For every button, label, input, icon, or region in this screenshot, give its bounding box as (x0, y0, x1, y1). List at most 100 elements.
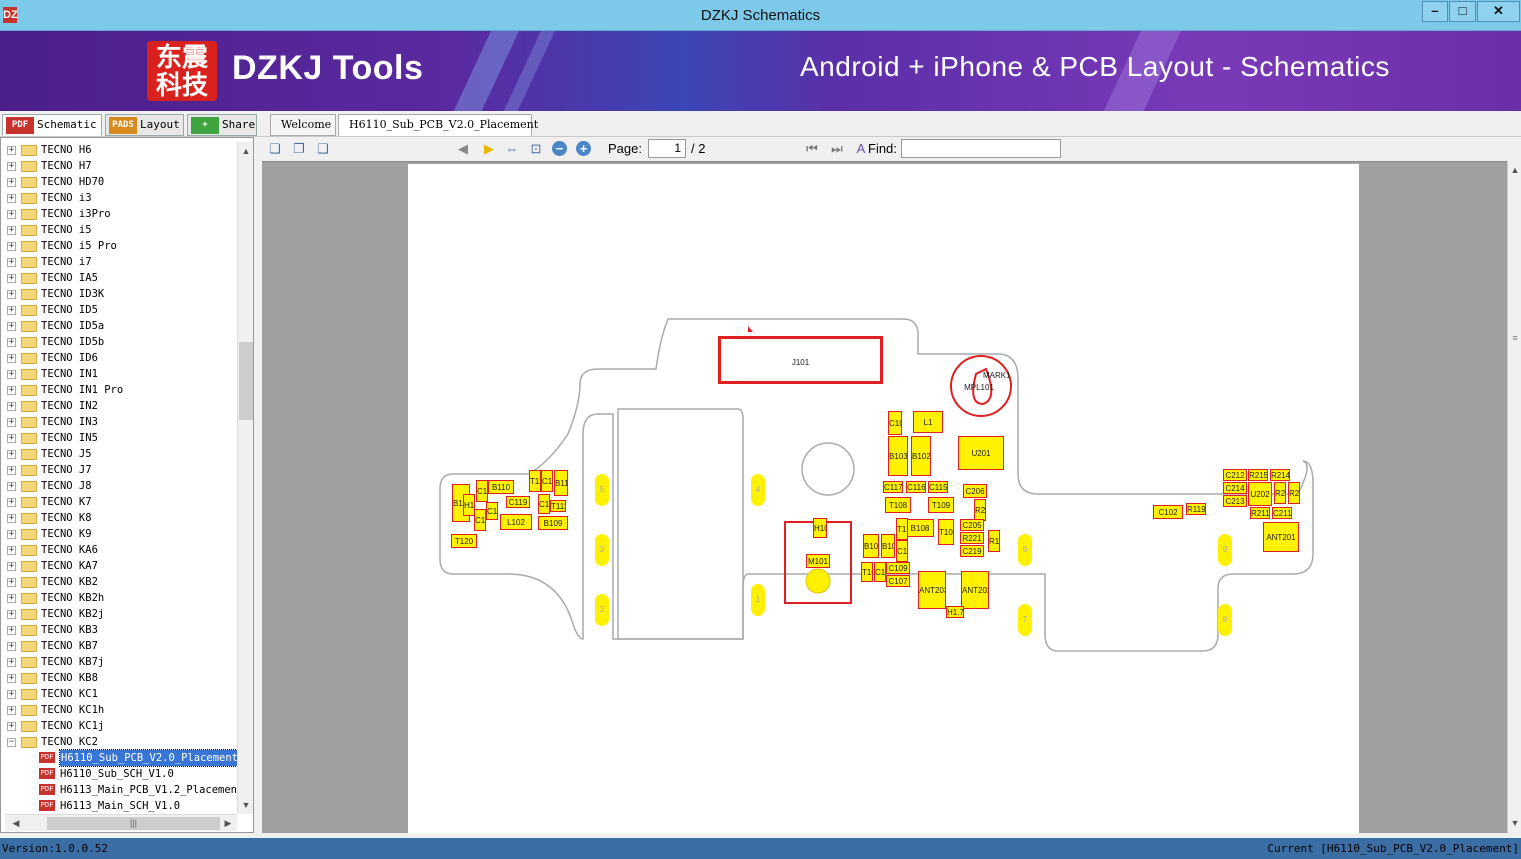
tree-folder[interactable]: + TECNO i3 (1, 190, 237, 206)
expand-icon[interactable]: + (7, 402, 16, 411)
expand-icon[interactable]: + (7, 290, 16, 299)
tree-folder[interactable]: + TECNO ID5 (1, 302, 237, 318)
tree-vertical-scrollbar[interactable]: ▲ ▼ (237, 142, 253, 814)
expand-icon[interactable]: + (7, 338, 16, 347)
tree-folder[interactable]: + TECNO IA5 (1, 270, 237, 286)
tree-folder[interactable]: + TECNO ID6 (1, 350, 237, 366)
expand-icon[interactable]: + (7, 578, 16, 587)
expand-icon[interactable]: + (7, 178, 16, 187)
fit-page-icon[interactable]: ⊡ (527, 140, 545, 158)
tree-folder[interactable]: + TECNO ID5b (1, 334, 237, 350)
expand-icon[interactable]: + (7, 482, 16, 491)
next-page-icon[interactable]: ▶ (480, 140, 498, 158)
tree-folder[interactable]: + TECNO J8 (1, 478, 237, 494)
tree-folder[interactable]: + TECNO KB8 (1, 670, 237, 686)
expand-icon[interactable]: + (7, 658, 16, 667)
expand-icon[interactable]: + (7, 354, 16, 363)
previous-page-icon[interactable]: ◀ (454, 140, 472, 158)
tree-file[interactable]: PDF H6113_Main_SCH_V1.0 (1, 798, 237, 814)
tree-file[interactable]: PDF H6110_Sub_SCH_V1.0 (1, 766, 237, 782)
highlight-text-icon[interactable]: A (852, 140, 870, 158)
scroll-thumb[interactable] (239, 342, 253, 420)
tree-folder[interactable]: + TECNO J7 (1, 462, 237, 478)
tree-folder[interactable]: + TECNO KB2h (1, 590, 237, 606)
page-number-input[interactable]: 1 (648, 139, 686, 158)
tab-share[interactable]: + Share (187, 114, 257, 136)
tab-schematic[interactable]: PDF Schematic (2, 114, 102, 136)
tree-folder[interactable]: − TECNO KC2 (1, 734, 237, 750)
expand-icon[interactable]: + (7, 466, 16, 475)
tree-folder[interactable]: + TECNO J5 (1, 446, 237, 462)
tab-layout[interactable]: PADS Layout (105, 114, 184, 136)
document-viewer[interactable]: J101MARK1MPL101L1C103B103B102U201C117C11… (262, 161, 1507, 834)
expand-icon[interactable]: + (7, 706, 16, 715)
tree-folder[interactable]: + TECNO K9 (1, 526, 237, 542)
tree-folder[interactable]: + TECNO KB7 (1, 638, 237, 654)
expand-icon[interactable]: + (7, 562, 16, 571)
expand-icon[interactable]: + (7, 370, 16, 379)
find-input[interactable] (901, 139, 1061, 158)
tree-folder[interactable]: + TECNO KB2j (1, 606, 237, 622)
scroll-down-icon[interactable]: ▼ (239, 798, 253, 812)
zoom-in-icon[interactable]: + (576, 141, 591, 156)
open-icon[interactable]: ❏ (266, 140, 284, 158)
expand-icon[interactable]: + (7, 610, 16, 619)
panel-splitter[interactable] (254, 137, 514, 833)
minimize-button[interactable]: – (1422, 1, 1448, 22)
maximize-button[interactable]: □ (1449, 1, 1476, 22)
expand-icon[interactable]: + (7, 258, 16, 267)
tree-folder[interactable]: + TECNO KB2 (1, 574, 237, 590)
expand-icon[interactable]: + (7, 690, 16, 699)
copy-icon[interactable]: ❐ (290, 140, 308, 158)
expand-icon[interactable]: + (7, 386, 16, 395)
tree-folder[interactable]: + TECNO IN3 (1, 414, 237, 430)
tree-folder[interactable]: + TECNO i3Pro (1, 206, 237, 222)
scroll-up-icon[interactable]: ▲ (1508, 163, 1521, 177)
close-button[interactable]: ✕ (1477, 1, 1520, 22)
viewer-vertical-scrollbar[interactable]: ▲ ≡ ▼ (1507, 161, 1521, 833)
tree-folder[interactable]: + TECNO KC1h (1, 702, 237, 718)
find-next-icon[interactable]: ⏭ (828, 140, 846, 158)
tree-folder[interactable]: + TECNO IN2 (1, 398, 237, 414)
expand-icon[interactable]: + (7, 306, 16, 315)
tree-folder[interactable]: + TECNO IN1 Pro (1, 382, 237, 398)
tree-folder[interactable]: + TECNO KA7 (1, 558, 237, 574)
tree-folder[interactable]: + TECNO ID3K (1, 286, 237, 302)
tree-folder[interactable]: + TECNO KC1j (1, 718, 237, 734)
tree-folder[interactable]: + TECNO i5 Pro (1, 238, 237, 254)
expand-icon[interactable]: + (7, 642, 16, 651)
tree-folder[interactable]: + TECNO i5 (1, 222, 237, 238)
find-previous-icon[interactable]: ⏮ (803, 140, 821, 158)
expand-icon[interactable]: + (7, 418, 16, 427)
tree-folder[interactable]: + TECNO H6 (1, 142, 237, 158)
tree-folder[interactable]: + TECNO HD70 (1, 174, 237, 190)
tree-folder[interactable]: + TECNO KB3 (1, 622, 237, 638)
expand-icon[interactable]: + (7, 322, 16, 331)
expand-icon[interactable]: + (7, 242, 16, 251)
tree-folder[interactable]: + TECNO i7 (1, 254, 237, 270)
tree-folder[interactable]: + TECNO IN5 (1, 430, 237, 446)
expand-icon[interactable]: + (7, 162, 16, 171)
tree-folder[interactable]: + TECNO KA6 (1, 542, 237, 558)
scroll-up-icon[interactable]: ▲ (239, 144, 253, 158)
expand-icon[interactable]: + (7, 594, 16, 603)
tree-folder[interactable]: + TECNO K8 (1, 510, 237, 526)
expand-icon[interactable]: + (7, 274, 16, 283)
scroll-left-icon[interactable]: ◀ (9, 816, 23, 830)
tab-welcome[interactable]: Welcome (270, 114, 336, 136)
fit-width-icon[interactable]: ⇔ (503, 140, 521, 158)
expand-icon[interactable]: + (7, 450, 16, 459)
expand-icon[interactable]: + (7, 434, 16, 443)
expand-icon[interactable]: + (7, 514, 16, 523)
scroll-thumb[interactable]: ≡ (1508, 331, 1521, 345)
expand-icon[interactable]: + (7, 210, 16, 219)
expand-icon[interactable]: + (7, 530, 16, 539)
expand-icon[interactable]: + (7, 194, 16, 203)
tree-file[interactable]: PDF H6113_Main_PCB_V1.2_Placement (1, 782, 243, 798)
expand-icon[interactable]: + (7, 722, 16, 731)
expand-icon[interactable]: + (7, 546, 16, 555)
pages-icon[interactable]: ❑ (314, 140, 332, 158)
tree-folder[interactable]: + TECNO K7 (1, 494, 237, 510)
tree-folder[interactable]: + TECNO ID5a (1, 318, 237, 334)
expand-icon[interactable]: + (7, 226, 16, 235)
